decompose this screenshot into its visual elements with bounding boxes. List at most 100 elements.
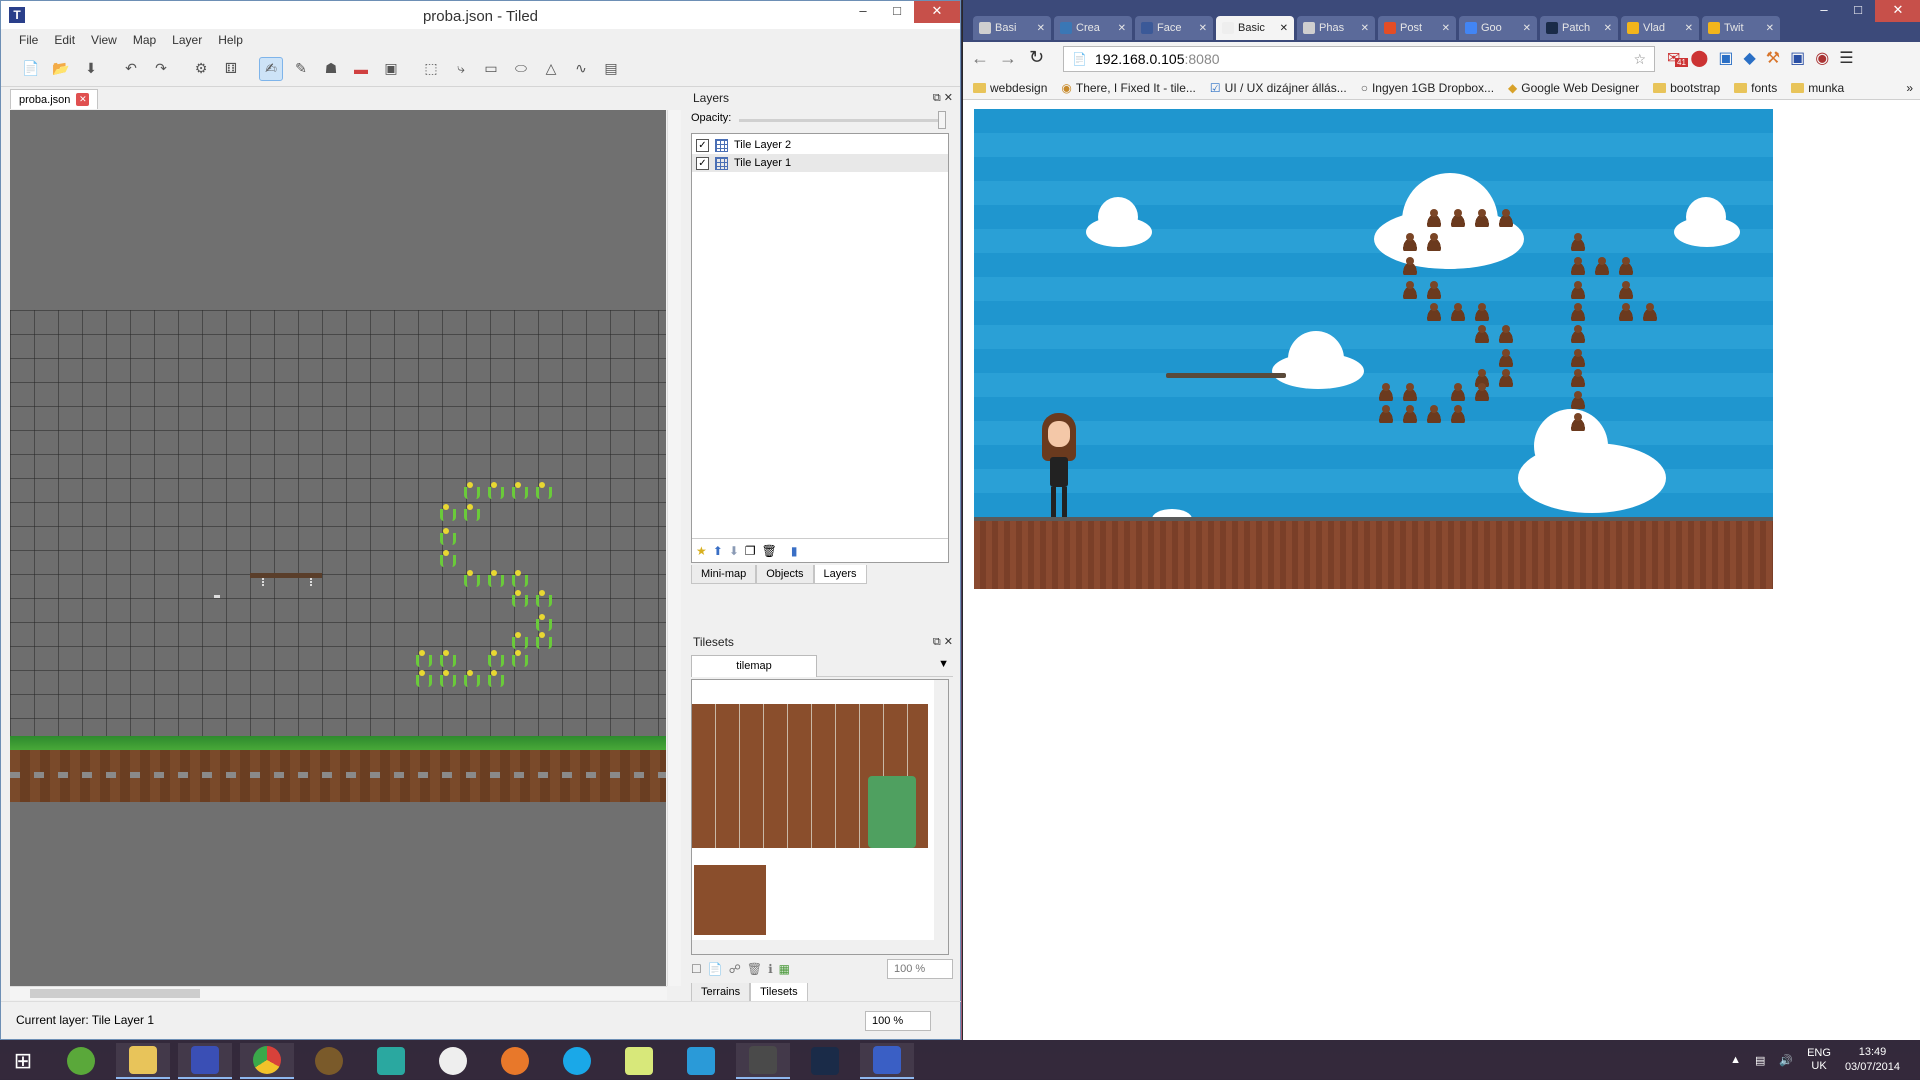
maximize-button[interactable]: □ <box>880 1 914 23</box>
taskbar-chrome[interactable] <box>240 1043 294 1079</box>
edit-terrain-icon[interactable]: ▦ <box>779 962 790 976</box>
raise-layer-icon[interactable]: ⬆ <box>713 544 723 558</box>
taskbar-maya[interactable] <box>364 1043 418 1079</box>
delete-layer-icon[interactable]: 🗑 <box>762 544 777 558</box>
stamp-brush-icon[interactable]: ✍ <box>259 56 283 81</box>
start-button[interactable]: ⊞ <box>0 1043 46 1079</box>
flag-ext-icon[interactable]: ◉ <box>1815 48 1829 68</box>
taskbar-utorrent[interactable] <box>54 1043 108 1079</box>
taskbar-blender[interactable] <box>488 1043 542 1079</box>
close-tab-icon[interactable]: ✕ <box>1037 23 1045 34</box>
tileset-hscroll[interactable] <box>692 940 948 954</box>
minimize-button[interactable]: – <box>1807 0 1841 22</box>
taskbar-mk[interactable] <box>302 1043 356 1079</box>
random-mode-icon[interactable]: ⚙ <box>189 57 213 81</box>
tileset-tab[interactable]: tilemap <box>691 655 817 677</box>
close-button[interactable]: ✕ <box>1875 0 1920 22</box>
menu-file[interactable]: File <box>11 29 46 51</box>
back-icon[interactable]: ← <box>971 48 989 69</box>
insert-tile-icon[interactable]: ▤ <box>599 57 623 81</box>
taskbar-unreal[interactable] <box>426 1043 480 1079</box>
gmail-icon[interactable]: ✉ 41 <box>1667 48 1688 68</box>
import-tileset-icon[interactable]: 📄 <box>708 962 723 976</box>
undo-icon[interactable]: ↶ <box>119 57 143 81</box>
open-file-icon[interactable]: 📂 <box>49 57 73 81</box>
browser-tab[interactable]: Face ✕ <box>1135 16 1213 40</box>
dice-icon[interactable]: ⚅ <box>219 57 243 81</box>
forward-icon[interactable]: → <box>999 48 1017 69</box>
tileset-properties-icon[interactable]: ℹ <box>768 962 773 976</box>
close-tab-icon[interactable]: ✕ <box>1766 23 1774 34</box>
tab-layers[interactable]: Layers <box>813 565 867 584</box>
chrome-menu-icon[interactable]: ☰ <box>1839 48 1853 68</box>
close-tab-icon[interactable]: ✕ <box>1604 23 1612 34</box>
scrollbar-thumb[interactable] <box>30 989 200 998</box>
delete-tileset-icon[interactable]: 🗑 <box>747 962 762 976</box>
network-icon[interactable]: ▤ <box>1755 1054 1765 1067</box>
language-indicator[interactable]: ENG UK <box>1807 1047 1831 1073</box>
browser-tab[interactable]: Twit ✕ <box>1702 16 1780 40</box>
map-zoom[interactable]: 100 % <box>865 1011 931 1031</box>
browser-tab[interactable]: Crea ✕ <box>1054 16 1132 40</box>
taskbar-save-app[interactable] <box>178 1043 232 1079</box>
tileset-view[interactable] <box>691 679 949 955</box>
terrain-brush-icon[interactable]: ✎ <box>289 57 313 81</box>
dropbox-ext-icon[interactable]: ◆ <box>1743 48 1755 68</box>
address-bar[interactable]: 📄 192.168.0.105:8080 ☆ <box>1063 46 1655 72</box>
browser-tab[interactable]: Phas ✕ <box>1297 16 1375 40</box>
layer-visible-checkbox[interactable]: ✓ <box>696 156 709 170</box>
close-tab-icon[interactable]: ✕ <box>1442 23 1450 34</box>
document-tab[interactable]: proba.json ✕ <box>10 89 99 109</box>
redo-icon[interactable]: ↷ <box>149 57 173 81</box>
tab-tilesets[interactable]: Tilesets <box>750 983 808 1002</box>
map-view[interactable] <box>10 110 666 986</box>
camera-ext-icon[interactable]: ▣ <box>1790 48 1805 68</box>
game-canvas[interactable] <box>974 109 1773 589</box>
tileset-tile-green[interactable] <box>868 776 916 848</box>
bucket-fill-icon[interactable]: ☗ <box>319 57 343 81</box>
lower-layer-icon[interactable]: ⬇ <box>729 544 739 558</box>
taskbar-league[interactable] <box>798 1043 852 1079</box>
tab-terrains[interactable]: Terrains <box>691 983 751 1002</box>
clock[interactable]: 13:49 03/07/2014 <box>1845 1045 1900 1075</box>
opacity-slider[interactable] <box>739 119 944 122</box>
menu-map[interactable]: Map <box>125 29 164 51</box>
volume-icon[interactable]: 🔊 <box>1779 1054 1793 1067</box>
close-tab-icon[interactable]: ✕ <box>1118 23 1126 34</box>
menu-edit[interactable]: Edit <box>46 29 83 51</box>
duplicate-layer-icon[interactable]: ❐ <box>745 544 756 558</box>
layer-visible-checkbox[interactable]: ✓ <box>696 138 709 152</box>
minimize-button[interactable]: – <box>846 1 880 23</box>
screenshot-ext-icon[interactable]: ▣ <box>1718 48 1733 68</box>
menu-help[interactable]: Help <box>210 29 251 51</box>
insert-polyline-icon[interactable]: ∿ <box>569 57 593 81</box>
bookmarks-overflow-icon[interactable]: » <box>1906 81 1913 95</box>
close-tab-icon[interactable]: ✕ <box>1280 23 1288 34</box>
maximize-button[interactable]: □ <box>1841 0 1875 22</box>
map-horizontal-scrollbar[interactable] <box>10 986 667 1000</box>
tileset-tile-pipe[interactable] <box>694 865 766 935</box>
insert-polygon-icon[interactable]: △ <box>539 57 563 81</box>
bookmark-star-icon[interactable]: ☆ <box>1633 51 1646 68</box>
insert-rectangle-icon[interactable]: ▭ <box>479 57 503 81</box>
taskbar-tiled[interactable] <box>860 1043 914 1079</box>
save-file-icon[interactable]: ⬇ <box>79 57 103 81</box>
edit-polygons-icon[interactable]: ⤷ <box>449 57 473 81</box>
tab-objects[interactable]: Objects <box>756 565 814 584</box>
close-tab-icon[interactable]: ✕ <box>76 93 90 106</box>
opacity-slider-handle[interactable] <box>938 111 946 129</box>
tileset-selector[interactable]: tilemap ▼ <box>691 655 953 677</box>
browser-tab[interactable]: Patch ✕ <box>1540 16 1618 40</box>
browser-tab[interactable]: Basic ✕ <box>1216 16 1294 40</box>
close-tab-icon[interactable]: ✕ <box>1361 23 1369 34</box>
taskbar-explorer[interactable] <box>116 1043 170 1079</box>
menu-view[interactable]: View <box>83 29 125 51</box>
insert-ellipse-icon[interactable]: ⬭ <box>509 57 533 81</box>
taskbar-skype[interactable] <box>550 1043 604 1079</box>
browser-tab[interactable]: Post ✕ <box>1378 16 1456 40</box>
taskbar-app-folder[interactable] <box>612 1043 666 1079</box>
add-layer-icon[interactable]: ★ <box>696 544 707 558</box>
taskbar-autodesk[interactable] <box>674 1043 728 1079</box>
select-objects-icon[interactable]: ⬚ <box>419 57 443 81</box>
tool-ext-icon[interactable]: ⚒ <box>1766 48 1780 68</box>
